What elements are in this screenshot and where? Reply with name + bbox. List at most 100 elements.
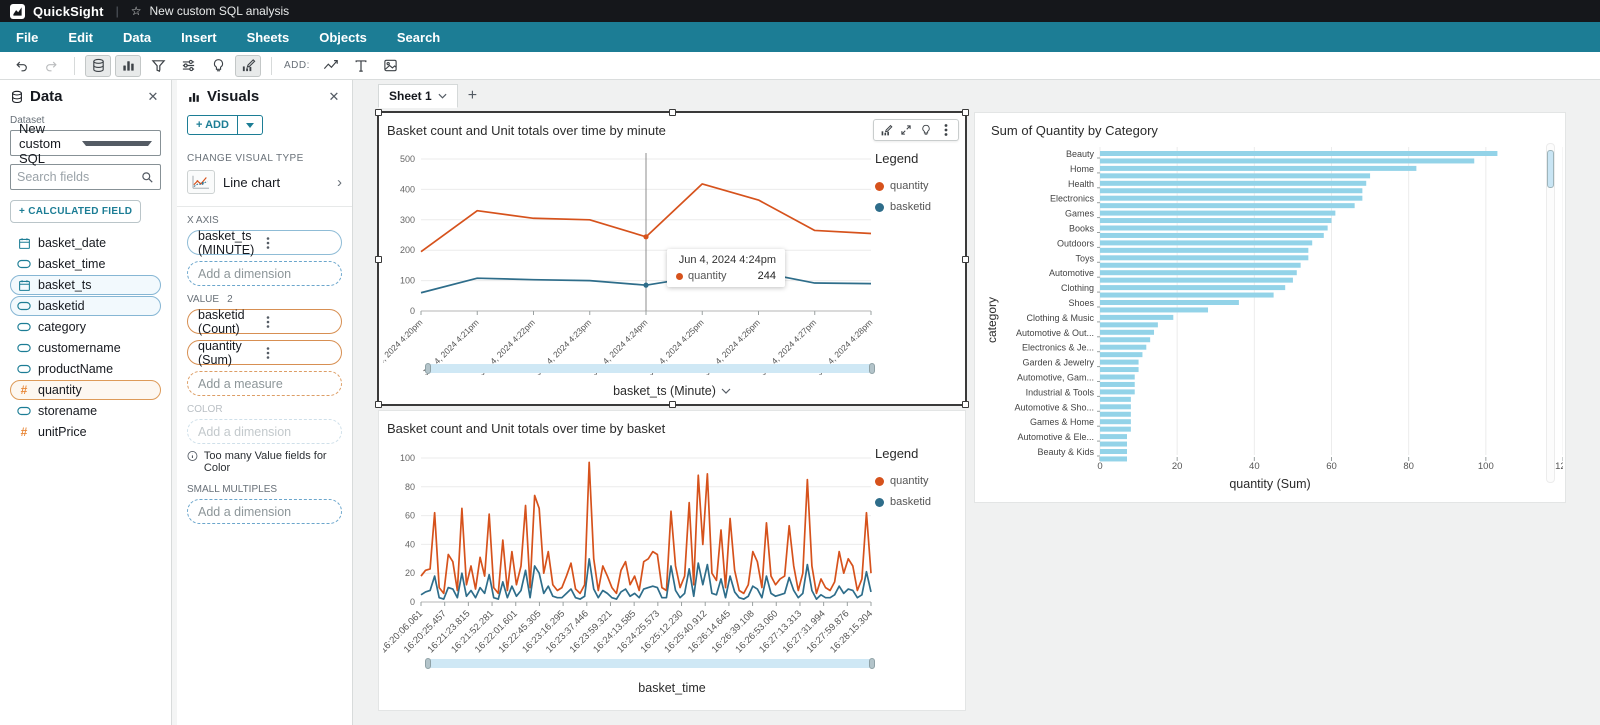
add-text-button[interactable] [348, 55, 374, 77]
chevron-right-icon[interactable]: › [337, 174, 342, 191]
search-fields-input[interactable] [17, 170, 141, 184]
field-item-basket_date[interactable]: basket_date [10, 233, 161, 253]
add-image-button[interactable] [378, 55, 404, 77]
insights-button[interactable] [205, 55, 231, 77]
resize-handle[interactable] [375, 256, 382, 263]
menu-search[interactable]: Search [397, 30, 440, 45]
resize-handle[interactable] [669, 401, 676, 408]
x-range-slider[interactable] [425, 659, 875, 668]
slider-handle-right[interactable] [869, 658, 875, 669]
add-visual-button[interactable] [318, 55, 344, 77]
favorite-star-icon[interactable]: ☆ [131, 4, 142, 18]
svg-text:60: 60 [405, 511, 415, 521]
field-well-value-quantity[interactable]: quantity (Sum) [187, 340, 342, 365]
field-well-x-axis[interactable]: basket_ts (MINUTE) [187, 230, 342, 255]
add-dimension-dropzone[interactable]: Add a dimension [187, 261, 342, 286]
svg-text:500: 500 [400, 154, 415, 164]
svg-text:Automotive & Ele...: Automotive & Ele... [1017, 432, 1094, 442]
string-field-icon [17, 322, 31, 332]
svg-text:Beauty & Kids: Beauty & Kids [1037, 447, 1094, 457]
visual-controls [873, 119, 959, 141]
resize-handle[interactable] [962, 256, 969, 263]
menu-sheets[interactable]: Sheets [247, 30, 290, 45]
resize-handle[interactable] [375, 109, 382, 116]
visual-bar-by-category[interactable]: Sum of Quantity by Category category 020… [974, 112, 1566, 503]
field-well-value-basketid[interactable]: basketid (Count) [187, 309, 342, 334]
legend-item-quantity[interactable]: quantity [875, 180, 961, 192]
kebab-menu-icon[interactable] [936, 121, 956, 139]
x-axis-title[interactable]: basket_ts (Minute) [379, 384, 965, 398]
data-panel-button[interactable] [85, 55, 111, 77]
filter-button[interactable] [145, 55, 171, 77]
visual-type-row[interactable]: Line chart › [187, 170, 342, 194]
chevron-down-icon [721, 388, 731, 394]
redo-button[interactable] [38, 55, 64, 77]
tooltip-series-dot [676, 273, 683, 280]
small-multiples-dropzone[interactable]: Add a dimension [187, 499, 342, 524]
field-item-category[interactable]: category [10, 317, 161, 337]
field-item-customername[interactable]: customername [10, 338, 161, 358]
menu-insert[interactable]: Insert [181, 30, 216, 45]
maximize-icon[interactable] [896, 121, 916, 139]
field-item-basketid[interactable]: basketid [10, 296, 161, 316]
field-item-productName[interactable]: productName [10, 359, 161, 379]
search-icon[interactable] [141, 171, 154, 184]
svg-text:200: 200 [400, 245, 415, 255]
legend-item-basketid[interactable]: basketid [875, 201, 961, 213]
x-axis-title[interactable]: basket_time [379, 681, 965, 695]
menu-file[interactable]: File [16, 30, 38, 45]
undo-button[interactable] [8, 55, 34, 77]
resize-handle[interactable] [669, 109, 676, 116]
format-visual-button[interactable] [235, 55, 261, 77]
close-icon[interactable]: ✕ [145, 89, 161, 105]
format-visual-icon[interactable] [876, 121, 896, 139]
small-multiples-label: SMALL MULTIPLES [187, 484, 342, 495]
sheet-tab[interactable]: Sheet 1 [378, 84, 458, 108]
svg-text:300: 300 [400, 215, 415, 225]
dataset-select[interactable]: New custom SQL [10, 130, 161, 156]
add-measure-dropzone[interactable]: Add a measure [187, 371, 342, 396]
calculated-field-button[interactable]: + CALCULATED FIELD [10, 200, 141, 223]
legend-item-basketid[interactable]: basketid [875, 496, 961, 508]
vertical-scrollbar[interactable] [1546, 143, 1555, 483]
number-field-icon: # [17, 425, 31, 439]
menu-objects[interactable]: Objects [319, 30, 367, 45]
data-icon [10, 90, 24, 104]
chart-legend: Legend quantity basketid [875, 446, 961, 517]
string-field-icon [17, 406, 31, 416]
resize-handle[interactable] [962, 401, 969, 408]
legend-item-quantity[interactable]: quantity [875, 475, 961, 487]
svg-text:100: 100 [400, 453, 415, 463]
visual-line-by-basket[interactable]: Basket count and Unit totals over time b… [378, 410, 966, 711]
menu-edit[interactable]: Edit [68, 30, 93, 45]
chevron-down-icon [82, 141, 153, 146]
visual-line-by-minute[interactable]: Basket count and Unit totals over time b… [378, 112, 966, 405]
svg-text:Beauty: Beauty [1066, 149, 1095, 159]
slider-handle-right[interactable] [869, 363, 875, 374]
kebab-menu-icon[interactable] [266, 315, 334, 329]
kebab-menu-icon[interactable] [266, 236, 334, 250]
visuals-panel-button[interactable] [115, 55, 141, 77]
field-item-basket_time[interactable]: basket_time [10, 254, 161, 274]
svg-text:Home: Home [1070, 164, 1094, 174]
parameters-button[interactable] [175, 55, 201, 77]
close-icon[interactable]: ✕ [326, 89, 342, 105]
slider-handle-left[interactable] [425, 658, 431, 669]
field-item-storename[interactable]: storename [10, 401, 161, 421]
bar-chart-plot: 020406080100120BeautyHomeHealthElectroni… [979, 139, 1563, 471]
slider-handle-left[interactable] [425, 363, 431, 374]
resize-handle[interactable] [375, 401, 382, 408]
top-app-bar: QuickSight | ☆ New custom SQL analysis [0, 0, 1600, 22]
scrollbar-thumb[interactable] [1547, 150, 1554, 188]
field-item-basket_ts[interactable]: basket_ts [10, 275, 161, 295]
resize-handle[interactable] [962, 109, 969, 116]
x-range-slider[interactable] [425, 364, 875, 373]
menu-data[interactable]: Data [123, 30, 151, 45]
field-item-unitPrice[interactable]: #unitPrice [10, 422, 161, 442]
insights-icon[interactable] [916, 121, 936, 139]
field-item-quantity[interactable]: #quantity [10, 380, 161, 400]
add-visual-split-button[interactable]: + ADD [187, 115, 263, 135]
brand-name: QuickSight [33, 4, 104, 19]
kebab-menu-icon[interactable] [266, 346, 334, 360]
add-sheet-button[interactable]: + [468, 87, 477, 105]
